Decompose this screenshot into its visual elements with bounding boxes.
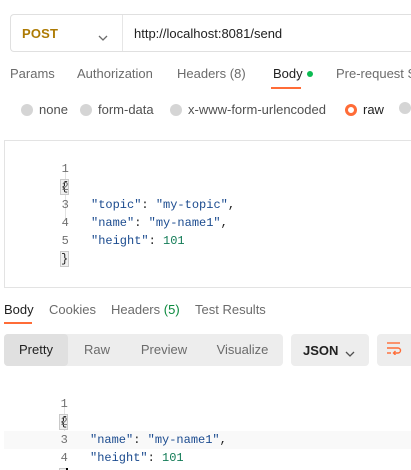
view-preview-button[interactable]: Preview [126,334,202,366]
code-line: 1 { [4,377,411,430]
json-separator: : [147,451,163,465]
active-tab-indicator [271,87,301,89]
method-label: POST [22,25,59,41]
line-number: 5 [61,234,69,248]
tab-headers-count: (8) [229,66,246,81]
response-view-switch: Pretty Raw Preview Visualize [4,334,283,366]
line-content: "height": 101 [90,449,184,467]
radio-label: x-www-form-urlencoded [188,102,326,117]
tab-response-headers-count: (5) [163,302,180,317]
radio-label: raw [363,102,384,117]
radio-circle-selected [345,103,357,116]
chevron-down-icon [345,346,355,361]
tab-response-cookies[interactable]: Cookies [49,302,96,317]
radio-x-www-form-urlencoded[interactable]: x-www-form-urlencoded [170,102,326,117]
tab-response-body[interactable]: Body [4,302,34,317]
wrap-lines-icon [385,341,403,360]
response-format-label: JSON [303,342,339,358]
tab-body-label: Body [273,66,303,81]
wrap-lines-button[interactable] [377,334,411,366]
radio-circle [21,103,33,116]
view-raw-button[interactable]: Raw [68,334,126,366]
radio-form-data[interactable]: form-data [80,102,154,117]
radio-label: form-data [98,102,154,117]
body-type-radios: none form-data x-www-form-urlencoded raw [0,102,411,122]
tab-authorization[interactable]: Authorization [77,66,153,81]
view-pretty-button[interactable]: Pretty [4,334,68,366]
code-line: 1 { [5,142,411,195]
radio-none[interactable]: none [21,102,68,117]
radio-circle [80,103,92,116]
view-visualize-button[interactable]: Visualize [202,334,283,366]
method-select[interactable]: POST [11,15,123,51]
radio-binary[interactable] [399,102,411,114]
line-content: } [59,250,70,268]
radio-raw[interactable]: raw [345,102,384,117]
code-line: 4 } [4,431,411,470]
close-brace: } [59,251,70,267]
radio-circle [399,102,411,114]
json-value: 101 [162,451,184,465]
code-line: 3 "name": "my-name1", [5,178,411,230]
json-value: 101 [163,234,185,248]
response-format-select[interactable]: JSON [291,334,369,366]
json-key: "height" [91,234,149,248]
line-content: "height": 101 [91,232,185,250]
radio-label: none [39,102,68,117]
code-line: 5 } [5,214,411,267]
json-separator: : [148,234,164,248]
tab-headers[interactable]: Headers (8) [177,66,246,81]
radio-circle [170,103,182,116]
request-url-bar: POST [10,14,411,52]
json-key: "height" [90,451,148,465]
tab-pre-request-script[interactable]: Pre-request Sc [336,66,411,81]
active-response-tab-indicator [4,322,32,324]
code-line: 2 "name": "my-name1", [4,395,411,447]
body-status-dot [306,70,313,77]
line-number: 4 [60,451,68,465]
tab-headers-label: Headers [177,66,227,81]
code-line: 3 "height": 101 [4,413,411,465]
tab-body[interactable]: Body [273,66,313,81]
code-line: 2 "topic": "my-topic", [5,160,411,212]
code-line: 4 "height": 101 [5,196,411,248]
tab-response-headers-label: Headers [111,302,161,317]
url-input[interactable] [123,15,411,51]
response-tabs: Body Cookies Headers (5) Test Results [4,302,411,326]
tab-params[interactable]: Params [10,66,55,81]
tab-test-results[interactable]: Test Results [195,302,266,317]
request-body-editor[interactable]: 1 { 2 "topic": "my-topic", 3 "name": "my… [4,140,411,288]
request-tabs: Params Authorization Headers (8) Body Pr… [10,66,411,88]
tab-response-headers[interactable]: Headers (5) [111,302,180,317]
chevron-down-icon [98,29,108,47]
response-body-viewer[interactable]: 1 { 2 "name": "my-name1", 3 "height": 10… [4,376,411,470]
